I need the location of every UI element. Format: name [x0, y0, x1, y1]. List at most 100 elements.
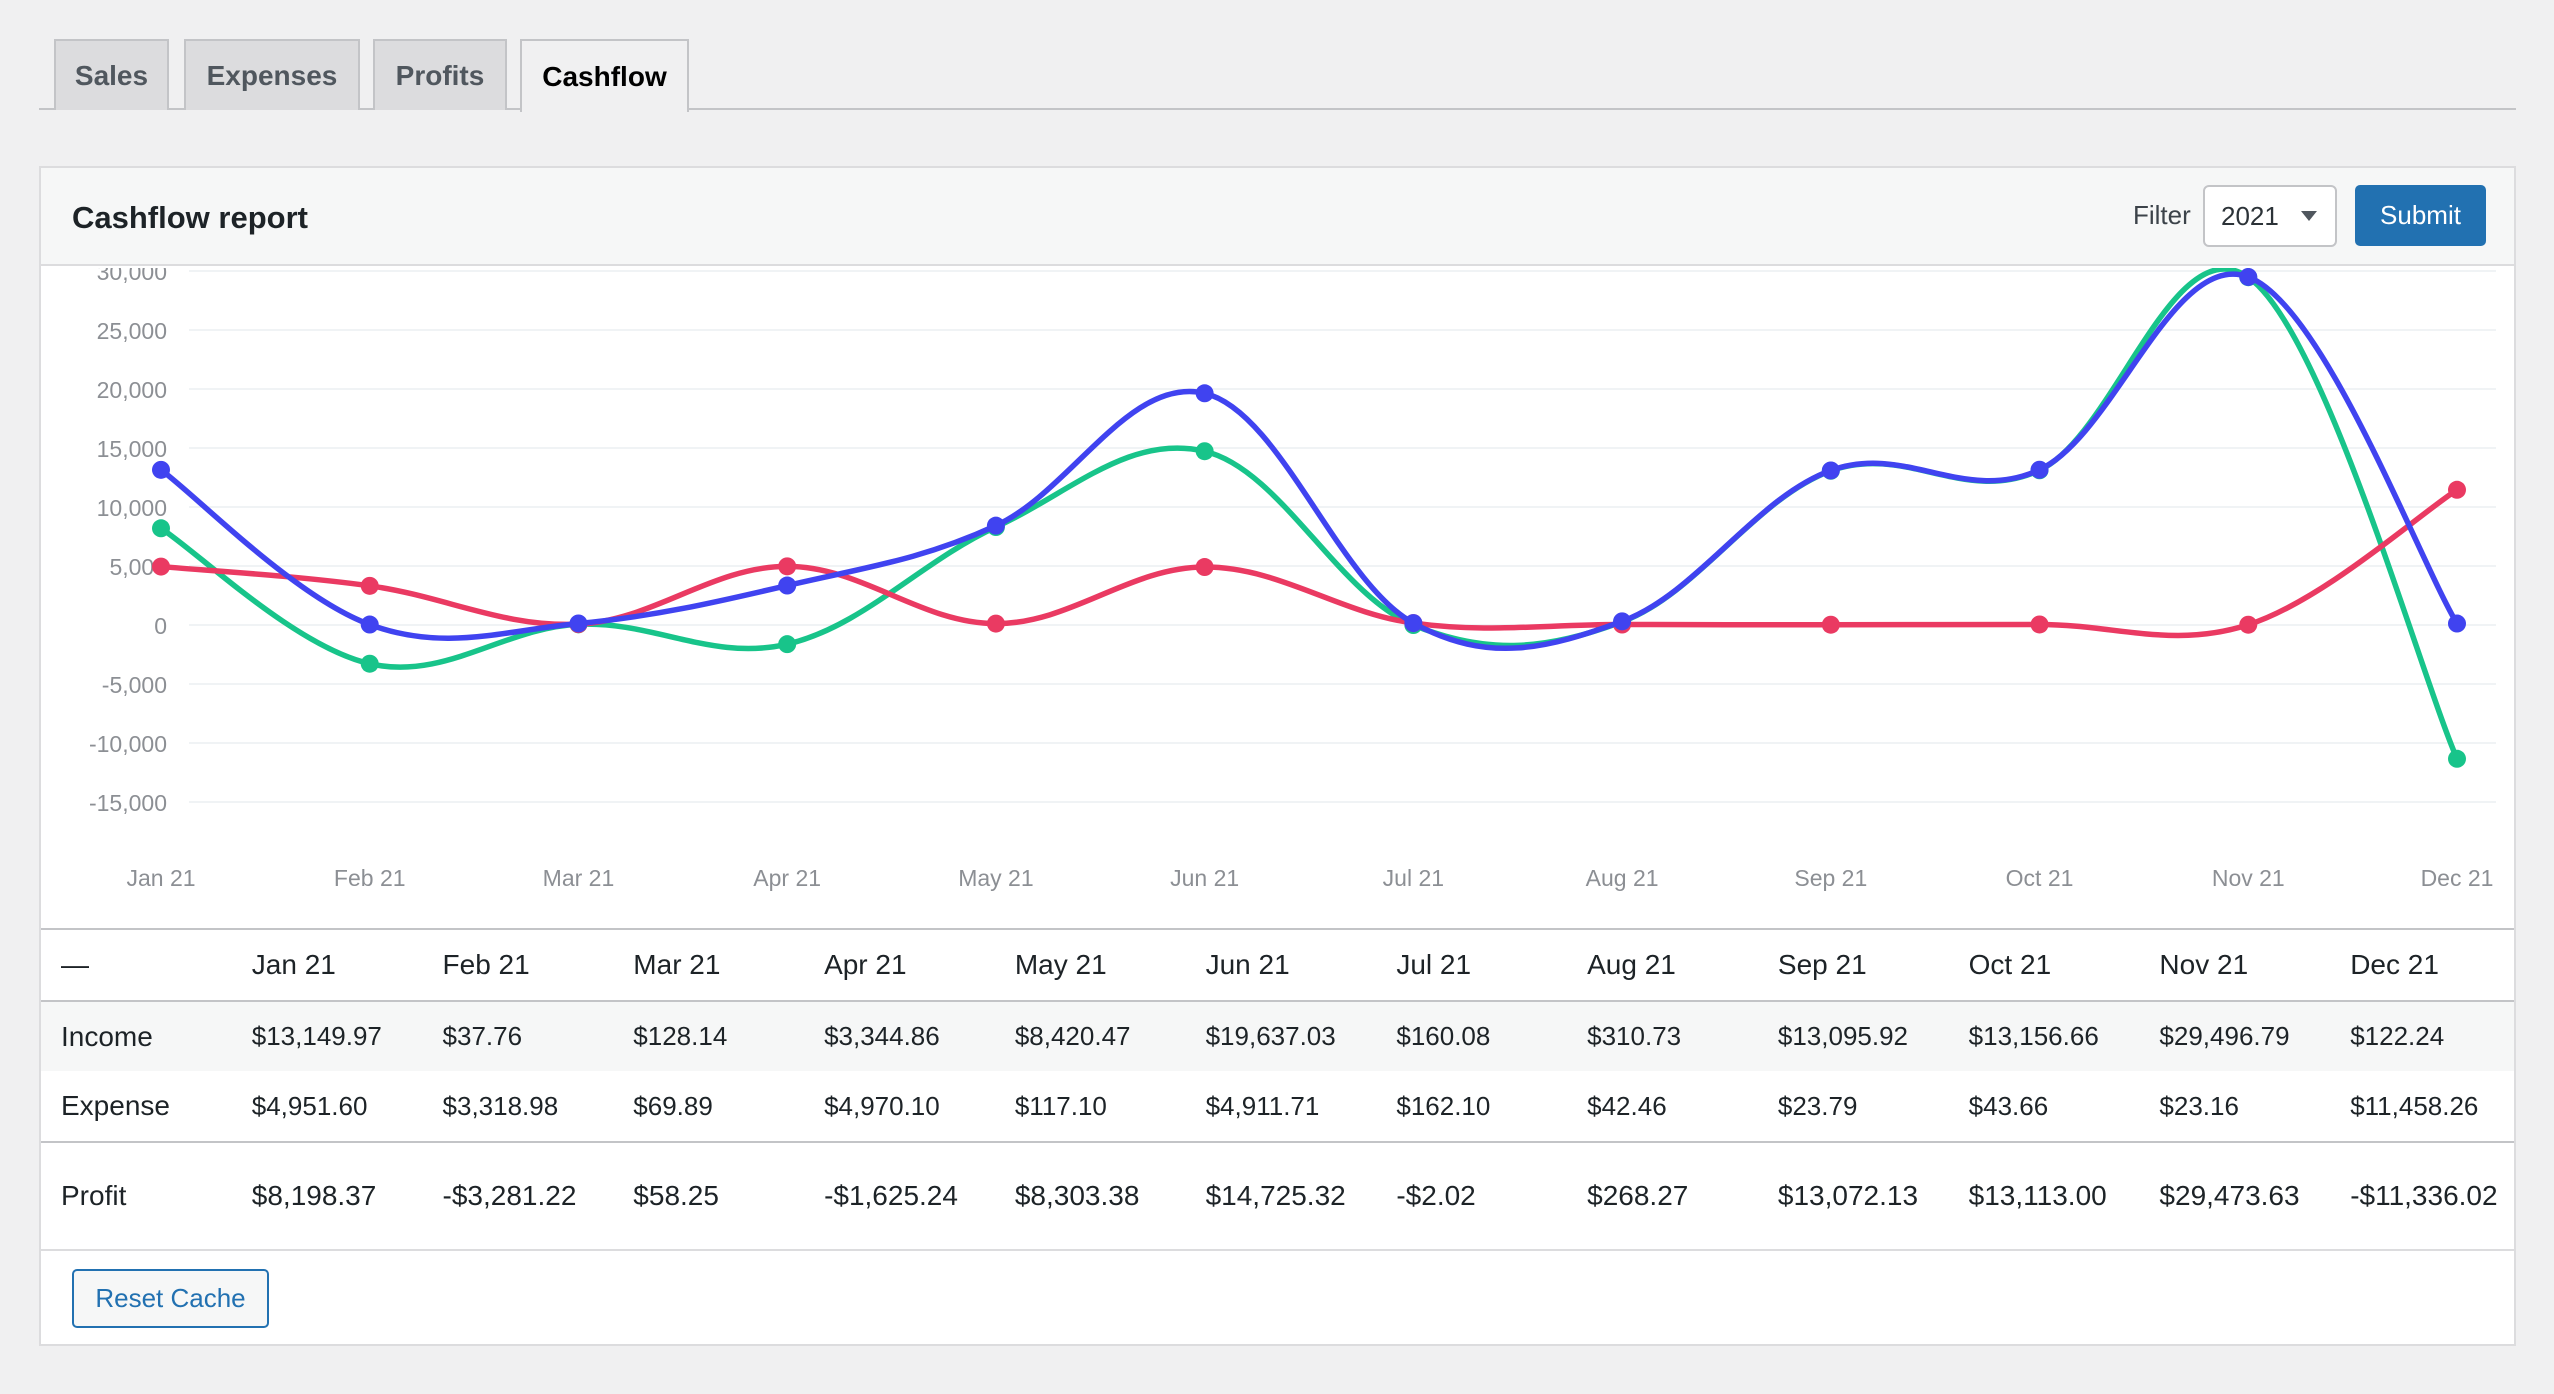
data-point-income — [2448, 614, 2466, 633]
table-cell: $37.76 — [442, 1021, 523, 1051]
data-point-expense — [2239, 615, 2258, 634]
table-cell: -$2.02 — [1396, 1180, 1476, 1211]
column-header-nov-21: Nov 21 — [2159, 949, 2249, 980]
tab-sales[interactable]: Sales — [54, 39, 169, 110]
report-title: Cashflow report — [72, 200, 308, 235]
data-point-expense — [1821, 615, 1840, 634]
y-tick-label: 15,000 — [97, 436, 167, 462]
data-point-profit — [360, 654, 379, 673]
data-point-expense — [1195, 558, 1214, 577]
table-cell: $4,911.71 — [1205, 1090, 1320, 1121]
y-tick-label: -5,000 — [102, 672, 167, 698]
x-tick-label: Apr 21 — [753, 865, 821, 891]
x-tick-label: Jun 21 — [1170, 865, 1239, 891]
year-select[interactable]: 2021 — [2203, 185, 2337, 247]
tab-expenses[interactable]: Expenses — [184, 39, 360, 110]
table-cell: -$1,625.24 — [824, 1180, 958, 1211]
column-header-dec-21: Dec 21 — [2350, 949, 2439, 980]
table-header-row: — Jan 21 Feb 21 Mar 21 Apr 21 May 21 Jun 21 Ju… — [41, 929, 2514, 1001]
column-header-aug-21: Aug 21 — [1587, 949, 1676, 980]
card-header: Cashflow report Filter 2021 Submit — [41, 168, 2514, 266]
cashflow-report-card: Cashflow report Filter 2021 Submit 30,00… — [39, 166, 2516, 1346]
table-cell: $8,198.37 — [251, 1180, 377, 1211]
data-point-expense — [986, 614, 1005, 633]
table-cell: $4,951.60 — [251, 1090, 368, 1121]
series-line-expense — [160, 487, 2459, 639]
table-cell: $4,970.10 — [824, 1090, 940, 1121]
data-point-profit — [1195, 442, 1214, 461]
tab-cashflow[interactable]: Cashflow — [520, 39, 689, 112]
table-cell: $29,496.79 — [2159, 1021, 2290, 1051]
table-corner-header: — — [61, 949, 89, 980]
data-point-profit — [778, 635, 797, 654]
reset-cache-button[interactable]: Reset Cache — [72, 1269, 269, 1328]
x-tick-label: Jul 21 — [1383, 865, 1444, 891]
table-cell: -$11,336.02 — [2350, 1180, 2498, 1211]
y-tick-label: 25,000 — [97, 318, 167, 344]
data-point-expense — [2448, 480, 2466, 499]
table-cell: $43.66 — [1968, 1090, 2049, 1121]
table-row-expense: Expense $4,951.60 $3,318.98 $69.89 $4,970.10… — [41, 1071, 2514, 1142]
table-cell: $117.10 — [1014, 1090, 1107, 1121]
filter-label: Filter — [2133, 200, 2191, 230]
submit-button[interactable]: Submit — [2355, 185, 2486, 246]
year-select-value: 2021 — [2221, 200, 2279, 231]
y-tick-label: -15,000 — [89, 790, 167, 816]
data-point-income — [2030, 460, 2049, 479]
x-tick-label: Oct 21 — [2006, 865, 2074, 891]
data-point-income — [778, 576, 797, 595]
table-cell: $42.46 — [1587, 1090, 1667, 1121]
table-cell: $19,637.03 — [1205, 1021, 1336, 1051]
data-point-profit — [2448, 749, 2466, 768]
tab-profits[interactable]: Profits — [373, 39, 507, 110]
chevron-down-icon — [2301, 211, 2317, 221]
report-tabs: Sales Expenses Profits Cashflow — [39, 0, 2516, 112]
cashflow-table: — Jan 21 Feb 21 Mar 21 Apr 21 May 21 Jun 21 Ju… — [41, 928, 2514, 1251]
data-point-expense — [778, 557, 797, 576]
x-tick-label: Aug 21 — [1586, 865, 1659, 891]
table-cell: $14,725.32 — [1205, 1180, 1346, 1211]
table-cell: $11,458.26 — [2350, 1090, 2479, 1121]
row-label-profit: Profit — [61, 1180, 127, 1211]
row-label-expense: Expense — [61, 1090, 170, 1121]
table-cell: $160.08 — [1396, 1021, 1491, 1051]
y-tick-label: -10,000 — [89, 731, 167, 757]
y-tick-label: 10,000 — [97, 495, 167, 521]
table-cell: $13,113.00 — [1968, 1180, 2107, 1211]
x-tick-label: Jan 21 — [126, 865, 195, 891]
column-header-mar-21: Mar 21 — [633, 949, 721, 980]
column-header-may-21: May 21 — [1014, 949, 1107, 980]
table-cell: $268.27 — [1587, 1180, 1689, 1211]
table-row-income: Income $13,149.97 $37.76 $128.14 $3,344.86 $8… — [41, 1001, 2514, 1071]
column-header-jul-21: Jul 21 — [1396, 949, 1472, 980]
cashflow-chart: 30,00025,00020,00015,00010,0005,0000-5,0… — [89, 268, 2496, 891]
table-cell: $8,420.47 — [1014, 1021, 1131, 1051]
data-point-income — [1404, 614, 1423, 633]
table-cell: $3,344.86 — [824, 1021, 940, 1051]
y-tick-label: 0 — [154, 613, 167, 639]
x-tick-label: Dec 21 — [2421, 865, 2494, 891]
column-header-oct-21: Oct 21 — [1968, 949, 2052, 980]
data-point-income — [152, 460, 170, 479]
table-cell: $13,156.66 — [1968, 1021, 2099, 1051]
table-cell: $8,303.38 — [1014, 1180, 1140, 1211]
data-point-income — [1195, 384, 1214, 403]
data-point-expense — [360, 576, 379, 595]
table-cell: $13,095.92 — [1777, 1021, 1909, 1051]
series-line-profit — [159, 268, 2460, 760]
table-cell: -$3,281.22 — [442, 1180, 577, 1211]
x-tick-label: Mar 21 — [543, 865, 615, 891]
column-header-sep-21: Sep 21 — [1777, 949, 1867, 980]
data-point-expense — [2030, 615, 2049, 634]
row-label-income: Income — [61, 1020, 153, 1052]
table-cell: $128.14 — [633, 1021, 728, 1051]
table-cell: $13,072.13 — [1777, 1180, 1919, 1211]
table-cell: $162.10 — [1396, 1090, 1491, 1121]
table-row-profit: Profit $8,198.37 -$3,281.22 $58.25 -$1,625.2… — [41, 1142, 2514, 1250]
table-cell: $58.25 — [633, 1180, 719, 1211]
data-point-income — [2239, 268, 2258, 286]
column-header-feb-21: Feb 21 — [442, 949, 530, 980]
table-cell: $69.89 — [633, 1090, 713, 1121]
column-header-jan-21: Jan 21 — [251, 949, 336, 980]
x-tick-label: May 21 — [958, 865, 1033, 891]
